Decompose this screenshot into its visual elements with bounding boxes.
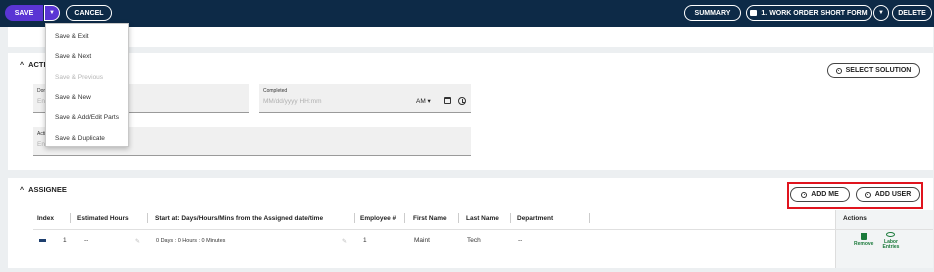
delete-button[interactable]: DELETE <box>892 5 932 21</box>
save-button[interactable]: SAVE <box>5 5 43 21</box>
labor-entries-button[interactable]: Labor Entries <box>881 240 901 250</box>
caret-down-icon: ▼ <box>49 10 55 16</box>
column-header-index[interactable]: Index <box>37 215 54 222</box>
menu-item-save-new[interactable]: Save & New <box>55 94 91 101</box>
clock-icon[interactable] <box>458 97 466 105</box>
calendar-icon[interactable] <box>444 97 451 104</box>
menu-item-save-add-edit-parts[interactable]: Save & Add/Edit Parts <box>55 114 119 121</box>
column-header-actions: Actions <box>843 215 867 222</box>
chevron-up-icon: ^ <box>20 62 25 69</box>
cell-first-name: Maint <box>414 237 430 244</box>
select-solution-button[interactable]: SELECT SOLUTION <box>827 63 920 78</box>
menu-item-save-next[interactable]: Save & Next <box>55 53 91 60</box>
caret-down-icon: ▼ <box>878 10 884 16</box>
drag-handle-icon[interactable] <box>39 239 46 242</box>
menu-item-save-exit[interactable]: Save & Exit <box>55 33 89 40</box>
print-work-order-button[interactable]: 1. WORK ORDER SHORT FORM <box>746 5 872 21</box>
column-header-employee-no[interactable]: Employee # <box>360 215 396 222</box>
highlight-box <box>787 182 923 209</box>
column-separator <box>458 213 459 223</box>
printer-icon <box>750 10 758 16</box>
menu-item-save-previous: Save & Previous <box>55 74 104 81</box>
column-header-first-name[interactable]: First Name <box>413 215 447 222</box>
column-separator <box>147 213 148 223</box>
assignee-section-header[interactable]: ^ ASSIGNEE <box>20 185 67 194</box>
column-header-last-name[interactable]: Last Name <box>466 215 499 222</box>
select-solution-label: SELECT SOLUTION <box>845 67 912 74</box>
column-header-department[interactable]: Department <box>517 215 553 222</box>
cell-estimated-hours[interactable]: -- <box>84 237 88 244</box>
column-header-estimated-hours[interactable]: Estimated Hours <box>77 215 129 222</box>
select-icon <box>835 67 842 74</box>
column-separator <box>70 213 71 223</box>
assignee-section-title: ASSIGNEE <box>28 185 67 194</box>
cell-department: -- <box>518 237 523 244</box>
column-separator <box>510 213 511 223</box>
save-options-menu: Save & Exit Save & Next Save & Previous … <box>45 23 129 147</box>
ampm-selector[interactable]: AM ▾ <box>416 97 431 105</box>
cancel-button[interactable]: CANCEL <box>66 5 112 21</box>
eye-icon[interactable] <box>886 232 895 237</box>
menu-item-save-duplicate[interactable]: Save & Duplicate <box>55 135 105 142</box>
print-options-dropdown-button[interactable]: ▼ <box>873 5 889 21</box>
chevron-up-icon: ^ <box>20 187 25 194</box>
trash-icon[interactable] <box>861 233 867 240</box>
print-work-order-label: 1. WORK ORDER SHORT FORM <box>761 9 868 17</box>
save-options-dropdown-button[interactable]: ▼ <box>44 5 60 21</box>
edit-icon[interactable]: ✎ <box>342 238 347 245</box>
remove-button[interactable]: Remove <box>854 242 873 247</box>
cell-index: 1 <box>63 237 67 244</box>
row-divider <box>33 229 933 230</box>
cell-start-at[interactable]: 0 Days : 0 Hours : 0 Minutes <box>156 238 225 244</box>
column-separator <box>354 213 355 223</box>
summary-button[interactable]: SUMMARY <box>684 5 741 21</box>
completed-field[interactable]: Completed MM/dd/yyyy HH:mm AM ▾ <box>259 84 471 113</box>
completed-field-placeholder: MM/dd/yyyy HH:mm <box>263 98 322 105</box>
column-header-start-at[interactable]: Start at: Days/Hours/Mins from the Assig… <box>155 215 323 222</box>
cell-employee-no: 1 <box>363 237 367 244</box>
column-separator <box>404 213 405 223</box>
completed-field-label: Completed <box>263 88 288 94</box>
edit-icon[interactable]: ✎ <box>135 238 140 245</box>
column-separator <box>589 213 590 223</box>
top-toolbar: SAVE ▼ CANCEL SUMMARY 1. WORK ORDER SHOR… <box>0 0 934 27</box>
top-panel <box>8 27 933 47</box>
cell-last-name: Tech <box>467 237 481 244</box>
